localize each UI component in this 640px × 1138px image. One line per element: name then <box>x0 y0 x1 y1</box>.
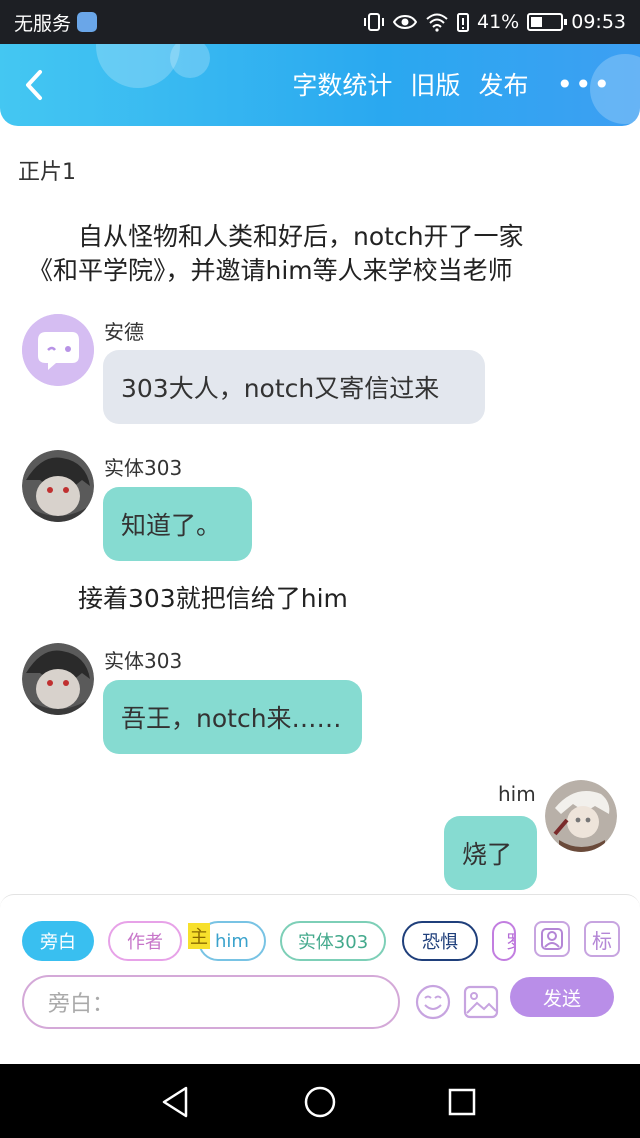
emoji-icon[interactable] <box>414 983 452 1021</box>
message-bubble[interactable]: 烧了 <box>444 816 537 890</box>
narration-line: 接着303就把信给了him <box>78 584 348 613</box>
avatar[interactable] <box>22 314 94 386</box>
send-button[interactable]: 发送 <box>510 977 614 1017</box>
sender-name: him <box>498 782 536 806</box>
narration-block: 接着303就把信给了him <box>28 582 618 616</box>
word-count-button[interactable]: 字数统计 <box>292 66 392 102</box>
carrier-label: 无服务 <box>14 12 72 35</box>
message-bubble[interactable]: 知道了。 <box>103 487 252 561</box>
publish-button[interactable]: 发布 <box>478 66 528 102</box>
message-bubble[interactable]: 303大人，notch又寄信过来 <box>103 350 485 424</box>
character-avatar-icon <box>545 780 617 852</box>
role-select-button[interactable] <box>534 921 570 957</box>
tag-button[interactable]: 标 <box>584 921 620 957</box>
composer-panel: 旁白 作者 him 主 实体303 恐惧 罗 标 旁白： 发送 <box>0 894 640 1064</box>
sender-name: 安德 <box>104 320 144 344</box>
avatar[interactable] <box>22 643 94 715</box>
chat-bubble-avatar-icon <box>22 314 94 386</box>
narration-block: 自从怪物和人类和好后，notch开了一家 《和平学院》，并邀请him等人来学校当… <box>28 220 618 288</box>
message-input[interactable]: 旁白： <box>22 975 400 1029</box>
clock: 09:53 <box>571 11 626 33</box>
sender-name: 实体303 <box>104 649 183 673</box>
image-icon[interactable] <box>462 983 500 1021</box>
old-version-button[interactable]: 旧版 <box>410 66 460 102</box>
battery-fill <box>531 17 543 27</box>
nav-back-icon[interactable] <box>158 1084 194 1120</box>
chip-fear[interactable]: 恐惧 <box>402 921 478 961</box>
system-nav-bar <box>0 1064 640 1138</box>
app-notification-icon <box>77 12 98 32</box>
eye-icon <box>393 15 417 29</box>
battery-percent: 41% <box>477 11 520 33</box>
decor-bubble <box>170 44 210 78</box>
wifi-icon <box>426 13 448 32</box>
character-avatar-icon <box>22 450 94 522</box>
app-header: 字数统计 旧版 发布 ••• <box>0 44 640 126</box>
battery-alert-icon <box>457 13 469 32</box>
sender-name: 实体303 <box>104 456 183 480</box>
vibrate-icon <box>364 13 384 31</box>
person-card-icon <box>541 928 563 950</box>
message-bubble[interactable]: 吾王，notch来…… <box>103 680 362 754</box>
back-arrow-icon[interactable] <box>20 68 50 102</box>
nav-home-icon[interactable] <box>302 1084 338 1120</box>
avatar[interactable] <box>22 450 94 522</box>
narration-line: 自从怪物和人类和好后，notch开了一家 <box>78 222 524 251</box>
chip-author[interactable]: 作者 <box>108 921 182 961</box>
narration-line: 《和平学院》，并邀请him等人来学校当老师 <box>28 256 513 285</box>
nav-recents-icon[interactable] <box>444 1084 480 1120</box>
avatar[interactable] <box>545 780 617 852</box>
battery-icon <box>527 13 568 31</box>
character-avatar-icon <box>22 643 94 715</box>
status-bar: 无服务 41% 09:53 <box>0 0 640 44</box>
chip-entity303[interactable]: 实体303 <box>280 921 386 961</box>
main-character-tag: 主 <box>188 923 210 949</box>
chip-partial-label: 罗 <box>506 928 514 954</box>
chip-partial[interactable]: 罗 <box>492 921 516 961</box>
decor-bubble <box>96 44 180 88</box>
chip-narrator[interactable]: 旁白 <box>22 921 94 961</box>
more-menu-button[interactable]: ••• <box>556 68 612 101</box>
story-content: 正片1 自从怪物和人类和好后，notch开了一家 《和平学院》，并邀请him等人… <box>0 126 640 894</box>
episode-title: 正片1 <box>18 160 76 185</box>
